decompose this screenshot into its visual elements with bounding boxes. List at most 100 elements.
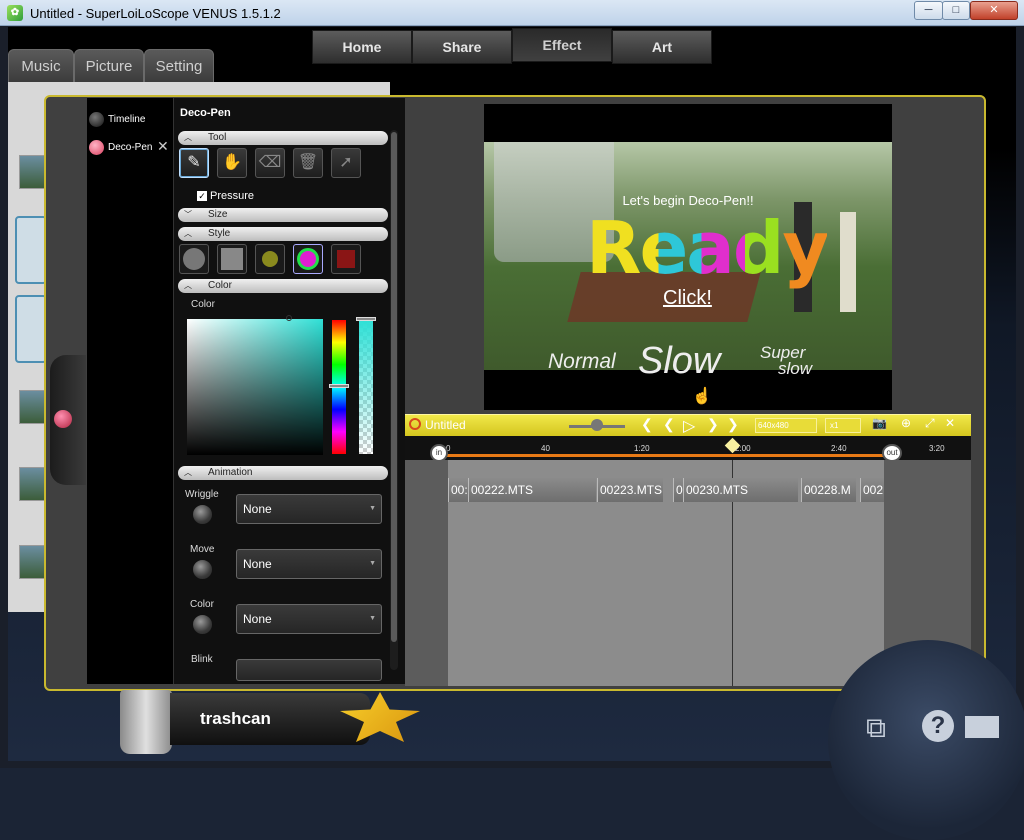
panel-scrollbar-thumb[interactable] — [391, 132, 397, 642]
section-style-header[interactable]: ︿ Style — [178, 227, 388, 241]
move-knob[interactable] — [192, 559, 213, 580]
blink-select[interactable] — [236, 659, 382, 681]
click-link[interactable]: Click! — [663, 287, 712, 310]
checkbox-icon: ✓ — [197, 191, 207, 201]
color-picker-field[interactable] — [187, 319, 323, 455]
ready-text[interactable]: Ready — [586, 208, 829, 288]
app-icon: ✿ — [7, 5, 23, 21]
chevron-up-icon: ︿ — [184, 133, 192, 142]
next-frame-icon[interactable]: ❯ — [707, 416, 719, 433]
tick-label: 2:40 — [831, 444, 847, 453]
media-thumbnail-selected[interactable] — [15, 216, 47, 284]
close-icon[interactable]: ✕ — [945, 416, 955, 430]
expand-icon[interactable]: ⤢ — [925, 416, 935, 431]
style-circle-olive-button[interactable] — [255, 244, 285, 274]
tab-music[interactable]: Music — [8, 49, 74, 85]
video-clip[interactable]: 0 — [673, 478, 683, 502]
trashcan-label[interactable]: trashcan — [170, 693, 370, 745]
wriggle-select[interactable]: None ▼ — [236, 494, 382, 524]
color-picker-cursor[interactable] — [286, 315, 292, 321]
close-button[interactable]: ✕ — [970, 1, 1018, 20]
pen-tool-button[interactable]: ✎ — [179, 148, 209, 178]
move-select[interactable]: None ▼ — [236, 549, 382, 579]
pointer-tool-button[interactable]: ➚ — [331, 148, 361, 178]
normal-speed-button[interactable]: Normal — [548, 350, 616, 374]
pressure-checkbox[interactable]: ✓ Pressure — [197, 190, 254, 202]
alpha-slider[interactable] — [359, 320, 373, 454]
style-circle-magenta-button[interactable] — [293, 244, 323, 274]
sidebar-item-deco-pen[interactable]: Deco-Pen — [89, 140, 152, 155]
media-thumbnail[interactable] — [19, 390, 45, 424]
maximize-button[interactable]: □ — [942, 1, 970, 20]
style-circle-gray-button[interactable] — [179, 244, 209, 274]
pictures-icon[interactable]: ⧉ — [866, 712, 886, 745]
nav-effect-button[interactable]: Effect — [512, 28, 612, 62]
section-animation-header[interactable]: ︿ Animation — [178, 466, 388, 480]
tab-setting[interactable]: Setting — [144, 49, 214, 85]
section-label: Tool — [208, 132, 227, 143]
globe-decoration — [828, 640, 1024, 840]
timeline-ball-icon — [89, 112, 104, 127]
trash-tool-button[interactable]: 🗑 — [293, 148, 323, 178]
section-label: Color — [208, 280, 232, 291]
hue-slider-handle[interactable] — [329, 384, 349, 388]
video-clip[interactable]: 00230.MTS — [683, 478, 798, 502]
section-size-header[interactable]: ﹀ Size — [178, 208, 388, 222]
sidebar-item-timeline[interactable]: Timeline — [89, 112, 145, 127]
panel-scrollbar[interactable] — [390, 130, 398, 670]
eraser-tool-button[interactable]: ⌫ — [255, 148, 285, 178]
style-square-gray-button[interactable] — [217, 244, 247, 274]
speed-select[interactable]: x1 — [825, 418, 861, 433]
alpha-slider-handle[interactable] — [356, 317, 376, 321]
resolution-select[interactable]: 640x480 — [755, 418, 817, 433]
slow-speed-button[interactable]: Slow — [638, 340, 720, 383]
media-thumbnail[interactable] — [19, 467, 45, 501]
media-thumbnail-selected[interactable] — [15, 295, 47, 363]
section-color-header[interactable]: ︿ Color — [178, 279, 388, 293]
anim-label-move: Move — [190, 544, 215, 555]
chevron-down-icon: ▼ — [369, 615, 376, 622]
super-slow-button[interactable]: Super slow — [760, 344, 812, 377]
anim-label-blink: Blink — [191, 654, 213, 665]
effect-sidebar: Timeline Deco-Pen ✕ — [87, 98, 173, 684]
nav-art-button[interactable]: Art — [612, 30, 712, 64]
video-clip[interactable]: 00: — [448, 478, 468, 502]
media-thumbnail[interactable] — [19, 545, 45, 579]
nav-home-button[interactable]: Home — [312, 30, 412, 64]
trashcan-icon[interactable] — [120, 690, 172, 754]
prev-clip-icon[interactable]: ❮ — [641, 416, 653, 433]
deco-pen-panel: Deco-Pen ︿ Tool ✓ Pressure ﹀ Size ︿ Style ︿… — [173, 98, 405, 684]
zoom-slider-handle[interactable] — [591, 419, 603, 431]
chevron-up-icon: ︿ — [184, 229, 192, 238]
camera-icon[interactable]: 📷 — [872, 416, 887, 430]
mail-icon[interactable] — [965, 716, 999, 738]
section-tool-header[interactable]: ︿ Tool — [178, 131, 388, 145]
next-clip-icon[interactable]: ❯ — [727, 416, 739, 433]
stamp-tool-button[interactable]: ✋ — [217, 148, 247, 178]
play-icon[interactable]: ▷ — [683, 416, 695, 436]
minimize-button[interactable]: ─ — [914, 1, 943, 20]
video-clip[interactable]: 00222.MTS — [468, 478, 596, 502]
chevron-up-icon: ︿ — [184, 281, 192, 290]
video-clip[interactable]: 002 — [860, 478, 884, 502]
tab-picture[interactable]: Picture — [74, 49, 144, 85]
wriggle-knob[interactable] — [192, 504, 213, 525]
chevron-down-icon: ﹀ — [184, 210, 192, 219]
anim-label-color: Color — [190, 599, 214, 610]
media-thumbnail[interactable] — [19, 155, 45, 189]
handle-knob-icon[interactable] — [54, 410, 72, 428]
close-deco-pen-icon[interactable]: ✕ — [157, 138, 169, 155]
zoom-icon[interactable]: ⊕ — [901, 416, 911, 430]
video-clip[interactable]: 00228.M — [801, 478, 856, 502]
help-icon[interactable]: ? — [922, 710, 954, 742]
color-label: Color — [191, 299, 215, 310]
record-icon — [409, 418, 421, 430]
color-anim-select[interactable]: None ▼ — [236, 604, 382, 634]
style-square-red-button[interactable] — [331, 244, 361, 274]
prev-frame-icon[interactable]: ❮ — [663, 416, 675, 433]
nav-share-button[interactable]: Share — [412, 30, 512, 64]
title-bar: ✿ Untitled - SuperLoiLoScope VENUS 1.5.1… — [0, 0, 1024, 26]
video-clip[interactable]: 00223.MTS — [597, 478, 663, 502]
pressure-label: Pressure — [210, 190, 255, 202]
color-anim-knob[interactable] — [192, 614, 213, 635]
